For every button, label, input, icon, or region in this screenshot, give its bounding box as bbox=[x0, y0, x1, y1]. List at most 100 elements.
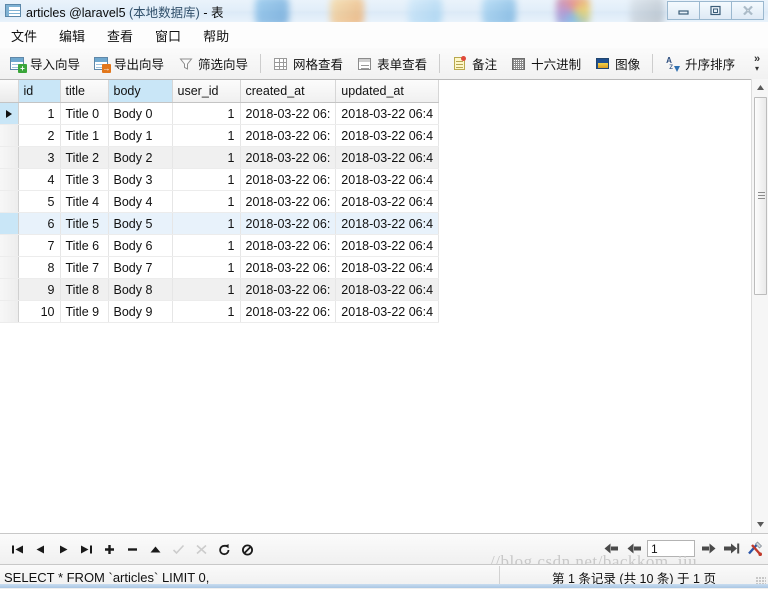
next-page-button[interactable] bbox=[698, 538, 718, 558]
table-row[interactable]: 3 Title 2 Body 2 1 2018-03-22 06: 2018-0… bbox=[0, 146, 440, 169]
row-indicator-cell[interactable] bbox=[0, 102, 19, 125]
cell-updated_at[interactable]: 2018-03-22 06:4 bbox=[335, 300, 440, 323]
cell-created_at[interactable]: 2018-03-22 06: bbox=[240, 256, 337, 279]
row-indicator-cell[interactable] bbox=[0, 146, 19, 169]
stop-button[interactable] bbox=[237, 539, 258, 560]
cell-created_at[interactable]: 2018-03-22 06: bbox=[240, 102, 337, 125]
cell-created_at[interactable]: 2018-03-22 06: bbox=[240, 234, 337, 257]
minimize-button[interactable] bbox=[667, 1, 700, 20]
memo-button[interactable]: 备注 bbox=[446, 52, 503, 76]
table-row[interactable]: 6 Title 5 Body 5 1 2018-03-22 06: 2018-0… bbox=[0, 212, 440, 235]
menu-help[interactable]: 帮助 bbox=[192, 22, 240, 49]
cell-body[interactable]: Body 5 bbox=[108, 212, 173, 235]
cell-user_id[interactable]: 1 bbox=[172, 102, 241, 125]
cell-created_at[interactable]: 2018-03-22 06: bbox=[240, 300, 337, 323]
row-indicator-cell[interactable] bbox=[0, 168, 19, 191]
cell-updated_at[interactable]: 2018-03-22 06:4 bbox=[335, 234, 440, 257]
table-row[interactable]: 7 Title 6 Body 6 1 2018-03-22 06: 2018-0… bbox=[0, 234, 440, 257]
cell-updated_at[interactable]: 2018-03-22 06:4 bbox=[335, 212, 440, 235]
table-row[interactable]: 8 Title 7 Body 7 1 2018-03-22 06: 2018-0… bbox=[0, 256, 440, 279]
cell-created_at[interactable]: 2018-03-22 06: bbox=[240, 278, 337, 301]
cancel-change-button[interactable] bbox=[191, 539, 212, 560]
menu-view[interactable]: 查看 bbox=[96, 22, 144, 49]
previous-page-button[interactable] bbox=[624, 538, 644, 558]
page-number-input[interactable]: 1 bbox=[647, 539, 695, 557]
cell-body[interactable]: Body 3 bbox=[108, 168, 173, 191]
cell-updated_at[interactable]: 2018-03-22 06:4 bbox=[335, 190, 440, 213]
cell-title[interactable]: Title 9 bbox=[60, 300, 109, 323]
menu-window[interactable]: 窗口 bbox=[144, 22, 192, 49]
cell-updated_at[interactable]: 2018-03-22 06:4 bbox=[335, 168, 440, 191]
cell-id[interactable]: 9 bbox=[18, 278, 61, 301]
cell-body[interactable]: Body 1 bbox=[108, 124, 173, 147]
cell-user_id[interactable]: 1 bbox=[172, 278, 241, 301]
table-row[interactable]: 1 Title 0 Body 0 1 2018-03-22 06: 2018-0… bbox=[0, 102, 440, 125]
tools-button[interactable] bbox=[744, 538, 764, 558]
cell-user_id[interactable]: 1 bbox=[172, 212, 241, 235]
cell-user_id[interactable]: 1 bbox=[172, 190, 241, 213]
apply-change-button[interactable] bbox=[168, 539, 189, 560]
row-indicator-cell[interactable] bbox=[0, 278, 19, 301]
column-header-body[interactable]: body bbox=[108, 80, 173, 103]
cell-updated_at[interactable]: 2018-03-22 06:4 bbox=[335, 146, 440, 169]
cell-user_id[interactable]: 1 bbox=[172, 234, 241, 257]
scroll-up-icon[interactable] bbox=[752, 79, 768, 96]
table-row[interactable]: 5 Title 4 Body 4 1 2018-03-22 06: 2018-0… bbox=[0, 190, 440, 213]
cell-id[interactable]: 2 bbox=[18, 124, 61, 147]
cell-body[interactable]: Body 2 bbox=[108, 146, 173, 169]
form-view-button[interactable]: 表单查看 bbox=[351, 52, 433, 76]
filter-wizard-button[interactable]: 筛选向导 bbox=[172, 52, 254, 76]
cell-created_at[interactable]: 2018-03-22 06: bbox=[240, 190, 337, 213]
cell-created_at[interactable]: 2018-03-22 06: bbox=[240, 168, 337, 191]
row-indicator-cell[interactable] bbox=[0, 124, 19, 147]
table-row[interactable]: 2 Title 1 Body 1 1 2018-03-22 06: 2018-0… bbox=[0, 124, 440, 147]
cell-title[interactable]: Title 7 bbox=[60, 256, 109, 279]
export-wizard-button[interactable]: → 导出向导 bbox=[88, 52, 170, 76]
first-record-button[interactable] bbox=[7, 539, 28, 560]
column-header-updated_at[interactable]: updated_at bbox=[335, 80, 440, 103]
cell-title[interactable]: Title 8 bbox=[60, 278, 109, 301]
cell-id[interactable]: 8 bbox=[18, 256, 61, 279]
cell-title[interactable]: Title 2 bbox=[60, 146, 109, 169]
cell-title[interactable]: Title 3 bbox=[60, 168, 109, 191]
cell-id[interactable]: 7 bbox=[18, 234, 61, 257]
row-indicator-cell[interactable] bbox=[0, 212, 19, 235]
column-header-created_at[interactable]: created_at bbox=[240, 80, 337, 103]
cell-body[interactable]: Body 7 bbox=[108, 256, 173, 279]
cell-id[interactable]: 4 bbox=[18, 168, 61, 191]
last-page-button[interactable] bbox=[721, 538, 741, 558]
previous-record-button[interactable] bbox=[30, 539, 51, 560]
cell-body[interactable]: Body 8 bbox=[108, 278, 173, 301]
cell-id[interactable]: 3 bbox=[18, 146, 61, 169]
cell-created_at[interactable]: 2018-03-22 06: bbox=[240, 146, 337, 169]
row-indicator-cell[interactable] bbox=[0, 234, 19, 257]
cell-user_id[interactable]: 1 bbox=[172, 124, 241, 147]
menu-file[interactable]: 文件 bbox=[0, 22, 48, 49]
scroll-down-icon[interactable] bbox=[752, 516, 768, 533]
cell-body[interactable]: Body 4 bbox=[108, 190, 173, 213]
column-header-title[interactable]: title bbox=[60, 80, 109, 103]
cell-created_at[interactable]: 2018-03-22 06: bbox=[240, 124, 337, 147]
cell-title[interactable]: Title 6 bbox=[60, 234, 109, 257]
cell-user_id[interactable]: 1 bbox=[172, 300, 241, 323]
cell-updated_at[interactable]: 2018-03-22 06:4 bbox=[335, 256, 440, 279]
row-indicator-cell[interactable] bbox=[0, 300, 19, 323]
hex-button[interactable]: 十六进制 bbox=[505, 52, 587, 76]
refresh-button[interactable] bbox=[214, 539, 235, 560]
cell-body[interactable]: Body 9 bbox=[108, 300, 173, 323]
cell-body[interactable]: Body 0 bbox=[108, 102, 173, 125]
first-page-button[interactable] bbox=[601, 538, 621, 558]
edit-record-button[interactable] bbox=[145, 539, 166, 560]
cell-user_id[interactable]: 1 bbox=[172, 146, 241, 169]
row-indicator-cell[interactable] bbox=[0, 256, 19, 279]
column-header-user_id[interactable]: user_id bbox=[172, 80, 241, 103]
import-wizard-button[interactable]: + 导入向导 bbox=[4, 52, 86, 76]
cell-id[interactable]: 6 bbox=[18, 212, 61, 235]
sort-ascending-button[interactable]: Az 升序排序 bbox=[659, 52, 741, 76]
next-record-button[interactable] bbox=[53, 539, 74, 560]
cell-created_at[interactable]: 2018-03-22 06: bbox=[240, 212, 337, 235]
cell-title[interactable]: Title 5 bbox=[60, 212, 109, 235]
cell-title[interactable]: Title 0 bbox=[60, 102, 109, 125]
image-button[interactable]: 图像 bbox=[589, 52, 646, 76]
cell-id[interactable]: 10 bbox=[18, 300, 61, 323]
